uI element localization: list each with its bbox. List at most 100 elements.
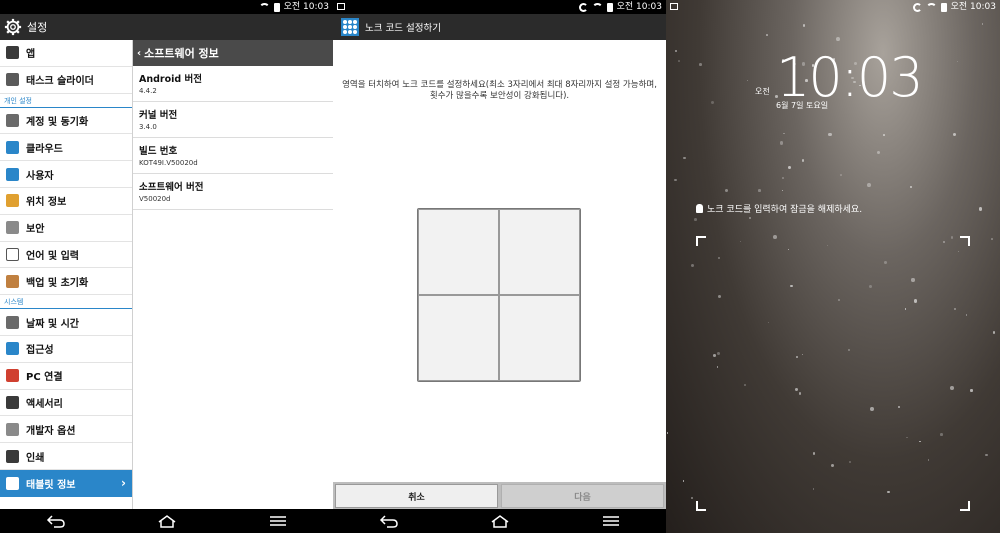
rain-drop — [682, 480, 685, 482]
tablet-info-icon — [6, 476, 19, 490]
knock-area-bottom-left[interactable] — [418, 295, 499, 381]
knock-code-screen: 오전 10:03 노크 코드 설정하기 영역을 터치하여 노크 코드를 설정하세… — [333, 0, 666, 533]
status-bar: 오전 10:03 — [333, 0, 666, 14]
task-slider-icon — [6, 73, 19, 87]
chevron-right-icon: › — [121, 476, 126, 491]
knock-description: 영역을 터치하여 노크 코드를 설정하세요(최소 3자리에서 최대 8자리까지 … — [342, 80, 657, 101]
info-row-software-version[interactable]: 소프트웨어 버전 V50020d — [133, 174, 333, 210]
corner-bracket-bottom-right — [960, 501, 970, 511]
status-bar: 오전 10:03 — [0, 0, 333, 14]
menu-item-pc-connection[interactable]: PC 연결 — [0, 363, 132, 390]
clock-icon — [6, 315, 19, 329]
lock-ampm: 오전 — [755, 87, 770, 96]
hand-icon — [696, 204, 703, 213]
wifi-icon — [925, 3, 937, 11]
back-button[interactable] — [369, 509, 409, 533]
image-notification-icon — [337, 3, 345, 10]
knock-area-bottom-right[interactable] — [499, 295, 580, 381]
info-row-kernel-version[interactable]: 커널 버전 3.4.0 — [133, 102, 333, 138]
lock-screen: 오전 10:03 오전 10:03 6월 7일 토요일 노크 코드를 입력하여 … — [666, 0, 1000, 533]
lock-icon — [6, 221, 19, 235]
back-button[interactable] — [36, 509, 76, 533]
section-system: 시스템 — [0, 295, 132, 310]
menu-item-developer[interactable]: 개발자 옵션 — [0, 416, 132, 444]
settings-title: 설정 — [27, 21, 48, 34]
rain-drop — [718, 294, 722, 298]
apps-icon — [6, 46, 19, 60]
gear-icon — [4, 18, 22, 36]
knock-header: 노크 코드 설정하기 — [333, 14, 666, 40]
backup-icon — [6, 274, 19, 288]
knock-grid — [417, 208, 581, 382]
menu-item-backup[interactable]: 백업 및 초기화 — [0, 268, 132, 296]
print-icon — [6, 449, 19, 463]
menu-button[interactable] — [591, 509, 631, 533]
home-button[interactable] — [480, 509, 520, 533]
menu-item-apps[interactable]: 앱 — [0, 40, 132, 67]
corner-bracket-bottom-left — [696, 501, 706, 511]
rain-drop — [744, 384, 746, 386]
rain-drop — [812, 488, 814, 490]
menu-item-tablet-info[interactable]: 태블릿 정보 › — [0, 469, 132, 497]
knock-area-top-left[interactable] — [418, 209, 499, 295]
info-row-android-version[interactable]: Android 버전 4.4.2 — [133, 66, 333, 102]
menu-icon — [602, 516, 619, 526]
rain-drop — [835, 37, 840, 42]
settings-header: 설정 — [0, 14, 333, 40]
image-notification-icon — [670, 3, 678, 10]
lock-date: 6월 7일 토요일 — [776, 101, 829, 110]
next-button[interactable]: 다음 — [501, 484, 664, 508]
menu-item-date-time[interactable]: 날짜 및 시간 — [0, 309, 132, 336]
rain-drop — [758, 189, 761, 192]
rain-drop — [927, 459, 930, 461]
rain-drop — [746, 79, 748, 81]
menu-item-security[interactable]: 보안 — [0, 215, 132, 242]
rain-drop — [838, 299, 840, 301]
rain-drop — [773, 234, 778, 239]
rain-drop — [802, 24, 806, 27]
detail-header[interactable]: ‹ 소프트웨어 정보 — [133, 40, 333, 66]
software-info-panel: ‹ 소프트웨어 정보 Android 버전 4.4.2 커널 버전 3.4.0 … — [133, 40, 333, 509]
knock-buttons: 취소 다음 — [333, 482, 666, 509]
rain-drop — [949, 386, 954, 390]
menu-item-task-slider[interactable]: 태스크 슬라이더 — [0, 67, 132, 94]
cancel-button[interactable]: 취소 — [335, 484, 498, 508]
menu-item-cloud[interactable]: 클라우드 — [0, 134, 132, 162]
battery-icon — [940, 2, 947, 12]
rain-drop — [675, 49, 678, 52]
back-icon — [379, 515, 398, 528]
info-row-build-number[interactable]: 빌드 번호 KOT49I.V50020d — [133, 138, 333, 174]
back-chevron-icon: ‹ — [137, 47, 142, 59]
home-button[interactable] — [147, 509, 187, 533]
menu-item-accessibility[interactable]: 접근성 — [0, 336, 132, 363]
home-icon — [491, 515, 508, 528]
menu-item-location[interactable]: 위치 정보 — [0, 188, 132, 215]
cloud-icon — [6, 140, 19, 154]
rain-drop — [828, 132, 832, 136]
rain-drop — [795, 356, 798, 358]
rain-drop — [795, 387, 799, 391]
back-icon — [46, 515, 65, 528]
wifi-icon — [258, 3, 270, 11]
rain-drop — [840, 174, 842, 176]
sync-icon — [578, 2, 588, 12]
status-time: 오전 10:03 — [283, 2, 329, 12]
menu-item-user[interactable]: 사용자 — [0, 161, 132, 188]
menu-item-print[interactable]: 인쇄 — [0, 443, 132, 470]
menu-item-accessory[interactable]: 액세서리 — [0, 390, 132, 417]
corner-bracket-top-left — [696, 236, 706, 246]
menu-item-language[interactable]: 언어 및 입력 — [0, 242, 132, 269]
rain-drop — [830, 464, 834, 468]
rain-drop — [940, 433, 943, 436]
knock-area-top-right[interactable] — [499, 209, 580, 295]
rain-drop — [887, 490, 890, 494]
rain-drop — [826, 244, 828, 246]
unlock-message: 노크 코드를 입력하여 잠금을 해제하세요. — [696, 202, 862, 215]
settings-screen: 오전 10:03 설정 앱 태스크 슬라이더 개인 설정 계정 및 동기화 클라… — [0, 0, 333, 533]
account-sync-icon — [6, 113, 19, 127]
menu-item-account-sync[interactable]: 계정 및 동기화 — [0, 108, 132, 135]
developer-icon — [6, 422, 19, 436]
menu-button[interactable] — [258, 509, 298, 533]
rain-drop — [790, 284, 793, 287]
rain-drop — [787, 248, 789, 250]
